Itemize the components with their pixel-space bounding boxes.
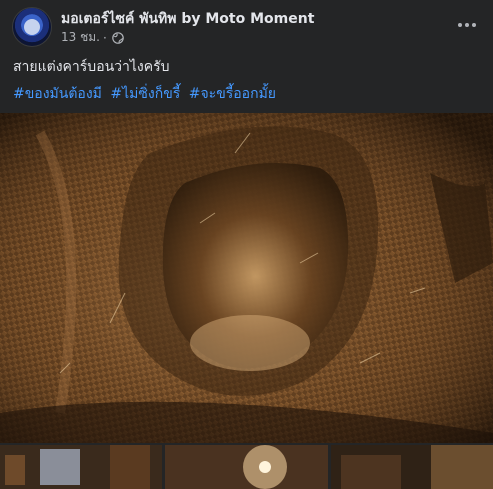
post-header: มอเตอร์ไซค์ พันทิพ by Moto Moment 13 ชม.…: [0, 0, 493, 50]
avatar-logo: [24, 19, 40, 35]
hashtag-link[interactable]: #ของมันต้องมี: [13, 86, 102, 102]
thumb-image: [165, 445, 328, 489]
meta-separator: ·: [102, 30, 107, 45]
photo-thumb[interactable]: [165, 445, 328, 489]
page-avatar[interactable]: [12, 7, 52, 47]
thumb-image: [0, 445, 162, 489]
more-dot: [465, 23, 469, 27]
more-dot: [458, 23, 462, 27]
hashtag-link[interactable]: #จะขรี้ออกมั้ย: [189, 86, 276, 102]
carbon-part-image: [0, 113, 493, 443]
photo-thumb[interactable]: [331, 445, 493, 489]
photo-thumbnails: [0, 445, 493, 489]
hashtag-link[interactable]: #ไม่ซิ่งก็ขรี้: [110, 86, 180, 102]
post-caption: สายแต่งคาร์บอนว่าไงครับ: [13, 59, 170, 75]
post-meta: 13 ชม. ·: [61, 28, 124, 47]
photo-thumb[interactable]: [0, 445, 162, 489]
more-dot: [472, 23, 476, 27]
thumb-image: [331, 445, 493, 489]
hashtag-list: #ของมันต้องมี #ไม่ซิ่งก็ขรี้ #จะขรี้ออกม…: [13, 83, 280, 105]
post-photo-main[interactable]: [0, 113, 493, 443]
page-name[interactable]: มอเตอร์ไซค์ พันทิพ by Moto Moment: [61, 8, 314, 30]
more-options-icon[interactable]: [453, 13, 481, 37]
globe-icon[interactable]: [111, 31, 124, 44]
post-time[interactable]: 13 ชม.: [61, 28, 100, 47]
